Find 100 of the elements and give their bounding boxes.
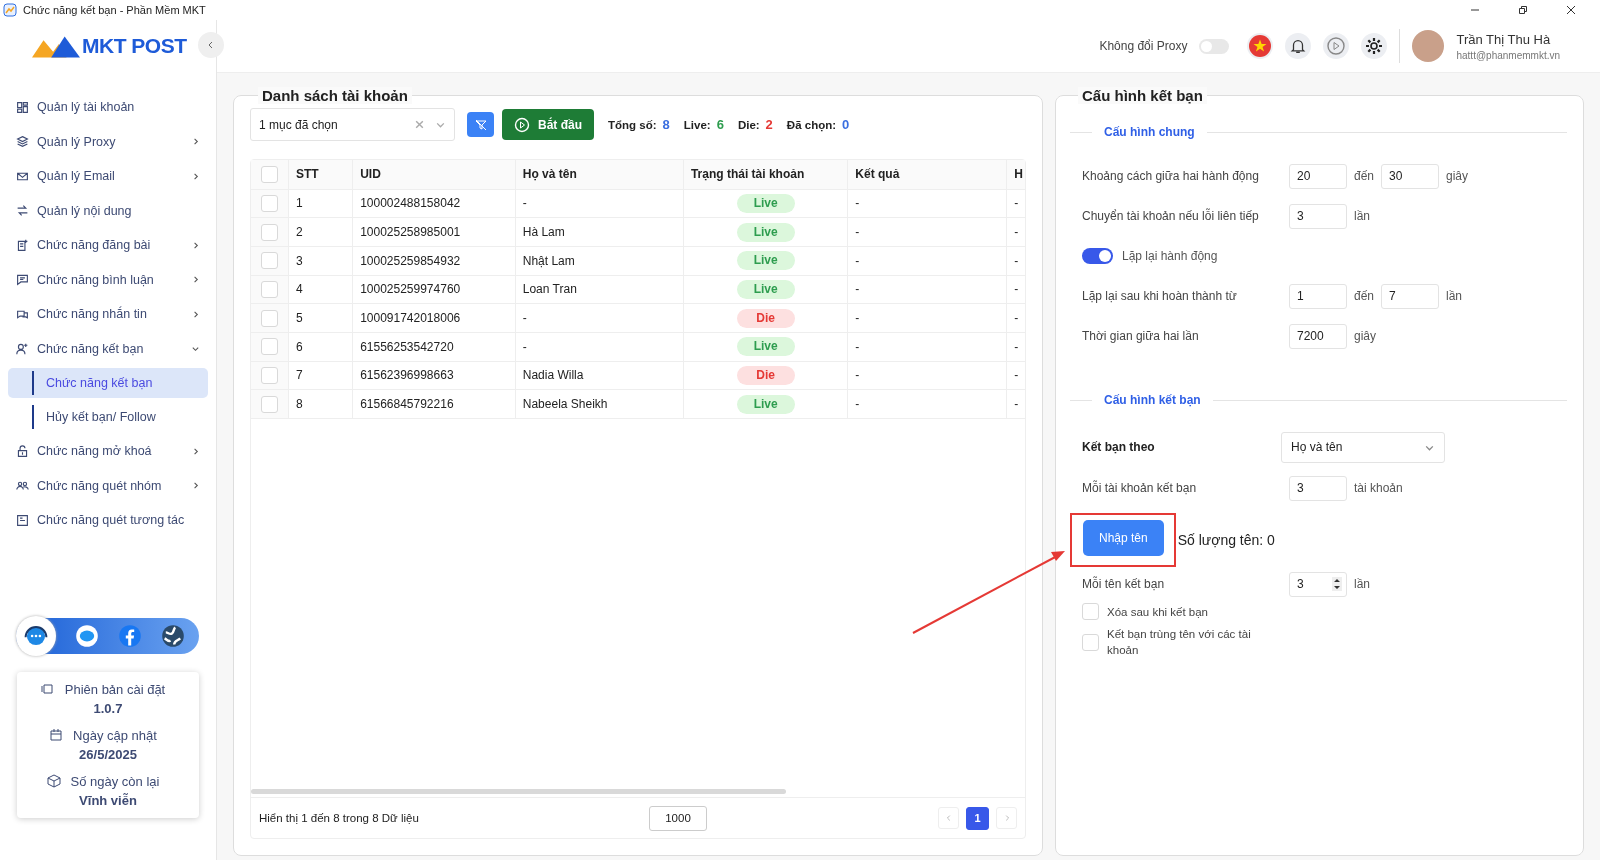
proxy-label: Không đổi Proxy xyxy=(1099,39,1188,53)
field-unit: đến xyxy=(1354,169,1375,183)
table-cell: Hà Lam xyxy=(515,217,684,247)
import-names-button[interactable]: Nhập tên xyxy=(1083,520,1164,556)
field-unit: lần xyxy=(1354,577,1370,591)
page-button[interactable]: 1 xyxy=(966,806,989,830)
stat-label: Die: xyxy=(737,118,760,131)
table-cell: Loan Tran xyxy=(515,275,684,304)
nav-item[interactable]: Quản lý Email xyxy=(8,159,208,194)
row-checkbox[interactable] xyxy=(261,395,278,413)
number-field[interactable]: 3 xyxy=(1289,203,1347,229)
collapse-button[interactable] xyxy=(198,32,224,58)
logo-text: MKT POST xyxy=(82,34,187,58)
number-spinner[interactable]: 3 xyxy=(1289,571,1347,597)
facebook-icon[interactable] xyxy=(118,623,142,648)
close-icon[interactable] xyxy=(1566,5,1576,15)
column-header: Họ và tên xyxy=(515,160,684,189)
row-checkbox[interactable] xyxy=(261,309,278,327)
headset-chat-icon[interactable] xyxy=(16,615,56,656)
table-cell: Nadia Willa xyxy=(515,361,684,390)
bell-icon[interactable] xyxy=(1285,33,1312,59)
row-checkbox[interactable] xyxy=(261,280,278,298)
submenu-item[interactable]: Chức năng kết bạn xyxy=(8,368,208,398)
box-icon xyxy=(46,774,61,788)
next-page-icon[interactable] xyxy=(996,807,1017,829)
nav-item[interactable]: Chức năng quét tương tác xyxy=(8,503,208,538)
number-field[interactable]: 30 xyxy=(1381,163,1440,189)
column-header: Trạng thái tài khoản xyxy=(683,160,848,189)
nav-item[interactable]: Chức năng nhắn tin xyxy=(8,297,208,332)
users-icon xyxy=(16,479,29,493)
flag-star-icon[interactable] xyxy=(1247,33,1274,59)
field-label: Mỗi tên kết bạn xyxy=(1082,577,1166,591)
table-cell: 100025258985001 xyxy=(352,217,516,247)
user-plus-icon xyxy=(16,342,29,356)
stat-value: 8 xyxy=(662,117,670,132)
field-unit: lần xyxy=(1354,209,1370,223)
previous-page-icon[interactable] xyxy=(938,807,959,829)
repeat-toggle[interactable] xyxy=(1082,248,1113,264)
avatar[interactable] xyxy=(1412,30,1445,62)
field-label: Chuyển tài khoản nếu lỗi liên tiếp xyxy=(1082,209,1260,223)
play-icon[interactable] xyxy=(1323,33,1350,59)
table-cell: - xyxy=(1006,275,1025,304)
select-all-checkbox[interactable] xyxy=(261,165,278,183)
name-count: Số lượng tên: 0 xyxy=(1177,532,1275,548)
scrollbar-thumb[interactable] xyxy=(251,789,786,794)
status-badge: Live xyxy=(736,251,795,271)
table-cell: - xyxy=(1006,217,1025,247)
clear-icon[interactable] xyxy=(414,119,425,130)
nav-item[interactable]: Quản lý Proxy xyxy=(8,124,208,159)
table-cell: - xyxy=(847,217,1007,247)
start-button[interactable]: Bắt đầu xyxy=(502,109,594,140)
nav-item[interactable]: Chức năng bình luận xyxy=(8,262,208,297)
page-size-field[interactable]: 1000 xyxy=(649,805,707,831)
status-badge: Live xyxy=(736,222,795,242)
option-checkbox[interactable] xyxy=(1082,603,1099,620)
table-cell: - xyxy=(847,303,1007,333)
nav-item[interactable]: Quản lý tài khoản xyxy=(8,90,208,125)
table-cell: - xyxy=(847,389,1007,419)
field-label: Lặp lại sau khi hoàn thành từ xyxy=(1082,289,1238,303)
nav-item[interactable]: Quản lý nội dung xyxy=(8,193,208,228)
row-checkbox[interactable] xyxy=(261,223,278,241)
table-cell: - xyxy=(1006,361,1025,390)
table-cell: 1 xyxy=(288,189,353,218)
chat-bubble-icon[interactable] xyxy=(75,623,99,648)
filter-button[interactable] xyxy=(467,112,494,137)
column-header: Kết quả xyxy=(847,160,1007,189)
settings-icon[interactable] xyxy=(1361,33,1388,59)
table-cell: 100025259974760 xyxy=(352,275,516,304)
number-field[interactable]: 7200 xyxy=(1289,323,1347,349)
number-field[interactable]: 20 xyxy=(1289,163,1347,189)
row-checkbox[interactable] xyxy=(261,194,278,212)
option-checkbox[interactable] xyxy=(1082,633,1099,651)
number-field[interactable]: 1 xyxy=(1289,283,1347,309)
field-unit: tài khoản xyxy=(1354,481,1403,495)
nav-item[interactable]: Chức năng kết bạn xyxy=(8,331,208,366)
chat-icon xyxy=(16,273,29,287)
nav-item[interactable]: Chức năng mở khoá xyxy=(8,434,208,469)
number-field[interactable]: 7 xyxy=(1381,283,1440,309)
stepper-arrows-icon[interactable] xyxy=(1332,577,1342,591)
field-label: Mỗi tài khoản kết bạn xyxy=(1082,481,1198,495)
table-cell: 4 xyxy=(288,275,353,304)
column-header: UID xyxy=(352,160,516,189)
table-cell: - xyxy=(847,332,1007,362)
row-checkbox[interactable] xyxy=(261,252,278,270)
lock-icon xyxy=(16,444,29,458)
globe-icon[interactable] xyxy=(161,623,185,648)
submenu-item[interactable]: Hủy kết bạn/ Follow xyxy=(8,402,208,432)
row-checkbox[interactable] xyxy=(261,338,278,356)
nav-item[interactable]: Chức năng quét nhóm xyxy=(8,468,208,503)
info-label: Ngày cập nhật xyxy=(73,727,157,743)
stat-label: Tổng số: xyxy=(608,118,657,131)
nav-item[interactable]: Chức năng đăng bài xyxy=(8,228,208,263)
table-cell: 100025259854932 xyxy=(352,246,516,276)
table-cell: Nabeela Sheikh xyxy=(515,389,684,419)
restore-icon[interactable] xyxy=(1518,5,1528,15)
account-select[interactable]: 1 mục đã chọn xyxy=(250,108,455,141)
friend-by-dropdown[interactable]: Họ và tên xyxy=(1281,431,1445,463)
number-field[interactable]: 3 xyxy=(1289,475,1347,501)
status-badge: Live xyxy=(736,394,795,414)
row-checkbox[interactable] xyxy=(261,366,278,384)
